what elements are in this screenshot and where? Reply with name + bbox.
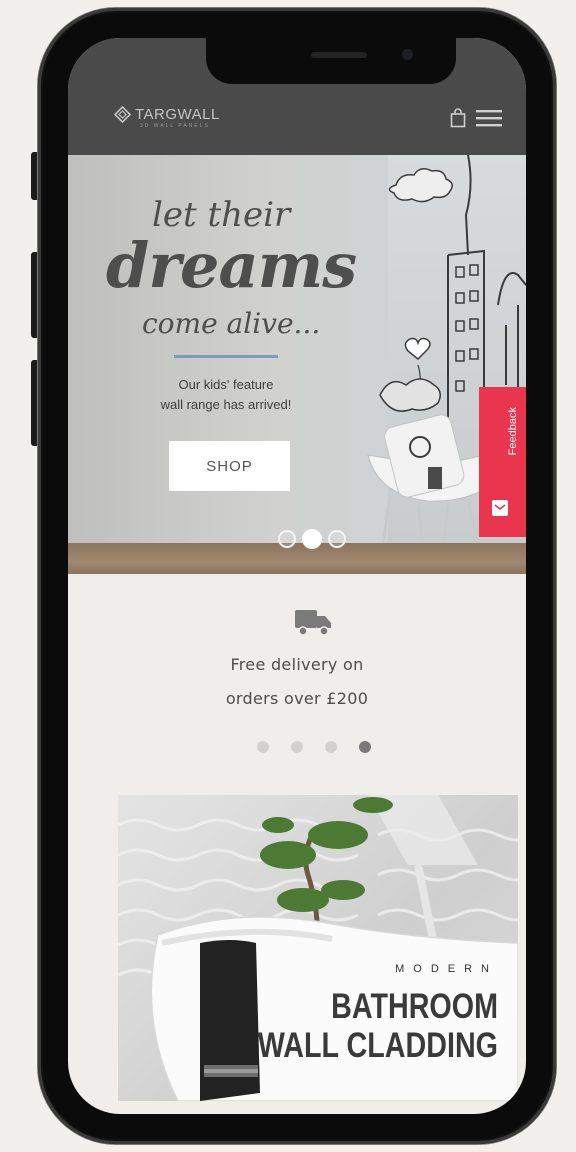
hero-heading-line-2: dreams <box>106 229 357 302</box>
promo-title-line-2: WALL CLADDING <box>257 1026 498 1065</box>
diamond-logo-icon <box>114 106 131 123</box>
hero-tagline: Our kids' feature wall range has arrived… <box>126 375 326 415</box>
brand-name: TARGWALL <box>135 106 220 123</box>
delivery-message: Free delivery on orders over £200 <box>68 648 526 716</box>
hero-tagline-line-2: wall range has arrived! <box>160 397 292 412</box>
hero-tagline-line-1: Our kids' feature <box>178 377 274 392</box>
hamburger-menu-icon[interactable] <box>476 110 502 127</box>
front-camera <box>402 49 413 60</box>
hero-carousel-dots <box>278 529 346 549</box>
carousel-dot[interactable] <box>325 741 337 753</box>
earpiece-speaker <box>311 52 367 58</box>
feedback-label: Feedback <box>507 407 519 456</box>
feedback-tab[interactable]: Feedback <box>479 387 526 537</box>
usp-carousel-dots <box>257 741 371 753</box>
hero-illustration <box>367 155 526 566</box>
carousel-dot[interactable] <box>291 741 303 753</box>
delivery-truck-icon <box>295 610 331 636</box>
brand-tagline: 3D WALL PANELS <box>140 123 210 129</box>
shop-button[interactable]: SHOP <box>169 441 290 491</box>
phone-notch <box>206 38 456 84</box>
carousel-dot-active[interactable] <box>302 529 322 549</box>
bathroom-promo-banner[interactable]: MODERN BATHROOM WALL CLADDING <box>118 795 518 1101</box>
carousel-dot-active[interactable] <box>359 741 371 753</box>
promo-title-line-1: BATHROOM <box>331 987 498 1026</box>
carousel-dot[interactable] <box>328 530 346 548</box>
phone-frame: TARGWALL 3D WALL PANELS let their dreams… <box>38 8 556 1144</box>
feedback-envelope-icon <box>492 500 508 516</box>
brand-logo[interactable]: TARGWALL 3D WALL PANELS <box>114 106 220 129</box>
delivery-line-1: Free delivery on <box>230 655 364 674</box>
hero-divider <box>174 355 278 358</box>
hero-banner[interactable]: let their dreams come alive... Our kids'… <box>68 155 526 574</box>
hero-heading-line-3: come alive... <box>142 307 321 340</box>
delivery-line-2: orders over £200 <box>225 689 369 708</box>
carousel-dot[interactable] <box>257 741 269 753</box>
shopping-bag-icon[interactable] <box>450 108 466 128</box>
promo-title: BATHROOM WALL CLADDING <box>186 987 498 1065</box>
promo-kicker: MODERN <box>395 963 498 975</box>
phone-screen: TARGWALL 3D WALL PANELS let their dreams… <box>68 38 526 1114</box>
carousel-dot[interactable] <box>278 530 296 548</box>
